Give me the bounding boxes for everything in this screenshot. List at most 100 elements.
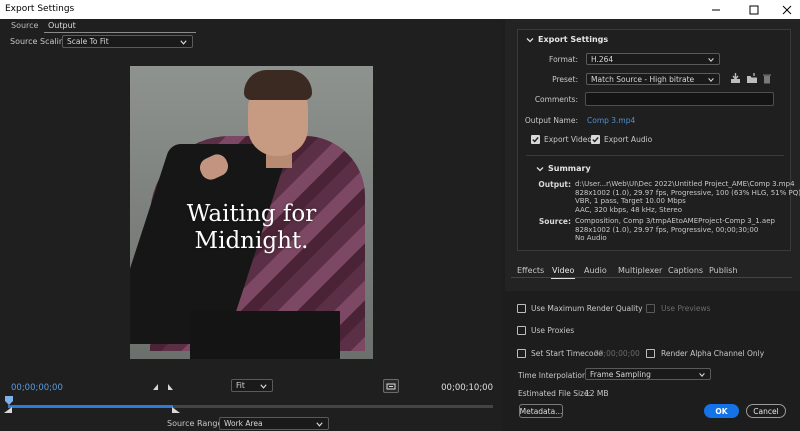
output-name-label: Output Name: (524, 116, 578, 125)
preview-pane: Source Output Source Scaling: Scale To F… (0, 19, 503, 431)
summary-source-details: Composition, Comp 3/tmpAEtoAMEProject-Co… (575, 217, 775, 243)
delete-preset-icon[interactable] (762, 73, 772, 84)
title-bar: Export Settings (0, 0, 800, 19)
render-alpha-checkbox[interactable] (646, 349, 655, 358)
summary-output-details: d:\User...r\Web\UI\Dec 2022\Untitled Pro… (575, 180, 800, 214)
tabs-underline (511, 277, 792, 278)
video-options-section: Use Maximum Render Quality Use Previews … (505, 291, 800, 431)
export-video-label: Export Video (544, 135, 592, 144)
summary-output-label: Output: (538, 180, 571, 189)
set-start-timecode-checkbox[interactable] (517, 349, 526, 358)
format-value: H.264 (591, 55, 614, 64)
video-preview[interactable]: Waiting for Midnight. (130, 66, 373, 359)
tab-publish[interactable]: Publish (709, 266, 738, 275)
checkmark-icon (532, 136, 539, 143)
maximize-button[interactable] (737, 0, 771, 19)
max-render-quality-label: Use Maximum Render Quality (531, 304, 643, 313)
summary-source-label: Source: (538, 217, 571, 226)
summary-output-line: 828x1002 (1.0), 29.97 fps, Progressive, … (575, 188, 800, 197)
metadata-button[interactable]: Metadata... (519, 404, 563, 418)
file-size-value: 12 MB (585, 389, 609, 398)
chevron-down-icon (708, 58, 714, 62)
source-scaling-dropdown[interactable]: Scale To Fit (62, 35, 193, 48)
export-audio-label: Export Audio (604, 135, 653, 144)
tab-captions[interactable]: Captions (668, 266, 703, 275)
preview-caption-line1: Waiting for (186, 201, 317, 227)
tab-multiplexer[interactable]: Multiplexer (618, 266, 662, 275)
duration-timecode: 00;00;10;00 (441, 383, 493, 393)
chevron-down-icon (708, 78, 714, 82)
preset-label: Preset: (552, 75, 578, 84)
aspect-ratio-icon (386, 383, 396, 389)
close-icon (782, 5, 792, 14)
chevron-down-icon (316, 422, 323, 427)
maximize-icon (749, 5, 759, 14)
zoom-dropdown[interactable]: Fit (231, 379, 273, 392)
preview-caption: Waiting for Midnight. (130, 201, 373, 255)
export-video-checkbox[interactable] (531, 135, 540, 144)
close-button[interactable] (770, 0, 800, 19)
use-proxies-checkbox[interactable] (517, 326, 526, 335)
tab-effects[interactable]: Effects (517, 266, 544, 275)
chevron-down-icon (260, 384, 267, 389)
start-timecode-value[interactable]: 00;00;00;00 (594, 349, 640, 358)
preview-hair (244, 70, 312, 100)
window-title: Export Settings (5, 4, 75, 14)
timeline-track[interactable] (8, 405, 493, 408)
time-interpolation-value: Frame Sampling (590, 370, 651, 379)
summary-source-line: Composition, Comp 3/tmpAEtoAMEProject-Co… (575, 217, 775, 225)
tab-audio[interactable]: Audio (584, 266, 607, 275)
import-preset-icon[interactable] (746, 73, 758, 84)
use-proxies-label: Use Proxies (531, 326, 575, 335)
ok-button[interactable]: OK (704, 404, 739, 418)
chevron-down-icon (536, 166, 544, 171)
set-out-point-icon[interactable] (165, 382, 175, 392)
file-size-label: Estimated File Size: (518, 389, 592, 398)
summary-title: Summary (548, 164, 591, 173)
summary-header[interactable]: Summary (536, 164, 591, 173)
output-name-link[interactable]: Comp 3.mp4 (587, 116, 635, 125)
preview-trousers (190, 311, 340, 359)
tab-video[interactable]: Video (550, 266, 576, 279)
set-start-timecode-label: Set Start Timecode (531, 349, 603, 358)
minimize-button[interactable] (699, 0, 733, 19)
save-preset-icon[interactable] (730, 73, 741, 84)
render-alpha-label: Render Alpha Channel Only (661, 349, 765, 358)
time-interpolation-dropdown[interactable]: Frame Sampling (585, 368, 711, 380)
max-render-quality-checkbox[interactable] (517, 304, 526, 313)
aspect-correction-button[interactable] (383, 379, 399, 393)
format-dropdown[interactable]: H.264 (586, 53, 720, 65)
set-in-point-icon[interactable] (151, 382, 161, 392)
summary-output-line: VBR, 1 pass, Target 10.00 Mbps (575, 197, 686, 206)
export-settings-section: Export Settings Format: H.264 Preset: Ma… (517, 29, 800, 251)
preset-value: Match Source - High bitrate (591, 75, 695, 84)
time-interpolation-label: Time Interpolation: (518, 371, 590, 380)
preset-dropdown[interactable]: Match Source - High bitrate (586, 73, 720, 85)
tab-output[interactable]: Output (44, 21, 195, 33)
minimize-icon (712, 9, 720, 10)
preview-caption-line2: Midnight. (194, 228, 309, 254)
source-range-dropdown[interactable]: Work Area (219, 417, 329, 430)
export-settings-title: Export Settings (538, 35, 609, 44)
cancel-button[interactable]: Cancel (746, 404, 786, 418)
summary-output-line: AAC, 320 kbps, 48 kHz, Stereo (575, 205, 682, 214)
out-point-marker-icon[interactable] (171, 407, 180, 413)
tab-source[interactable]: Source (11, 21, 38, 30)
summary-output-line: d:\User...r\Web\UI\Dec 2022\Untitled Pro… (575, 180, 795, 188)
comments-input[interactable] (585, 92, 774, 106)
zoom-value: Fit (236, 381, 245, 390)
source-range-label: Source Range: (167, 419, 226, 428)
export-audio-checkbox[interactable] (591, 135, 600, 144)
current-timecode[interactable]: 00;00;00;00 (11, 383, 63, 393)
in-point-marker-icon[interactable] (4, 407, 12, 413)
chevron-down-icon (526, 37, 534, 42)
export-settings-header[interactable]: Export Settings (526, 35, 608, 44)
use-previews-label: Use Previews (661, 304, 711, 313)
summary-source-line: No Audio (575, 234, 607, 243)
timeline-work-area (8, 405, 173, 408)
divider (526, 155, 784, 156)
source-range-value: Work Area (224, 419, 263, 428)
source-scaling-value: Scale To Fit (67, 37, 109, 46)
use-previews-checkbox[interactable] (646, 304, 655, 313)
chevron-down-icon (699, 373, 705, 377)
